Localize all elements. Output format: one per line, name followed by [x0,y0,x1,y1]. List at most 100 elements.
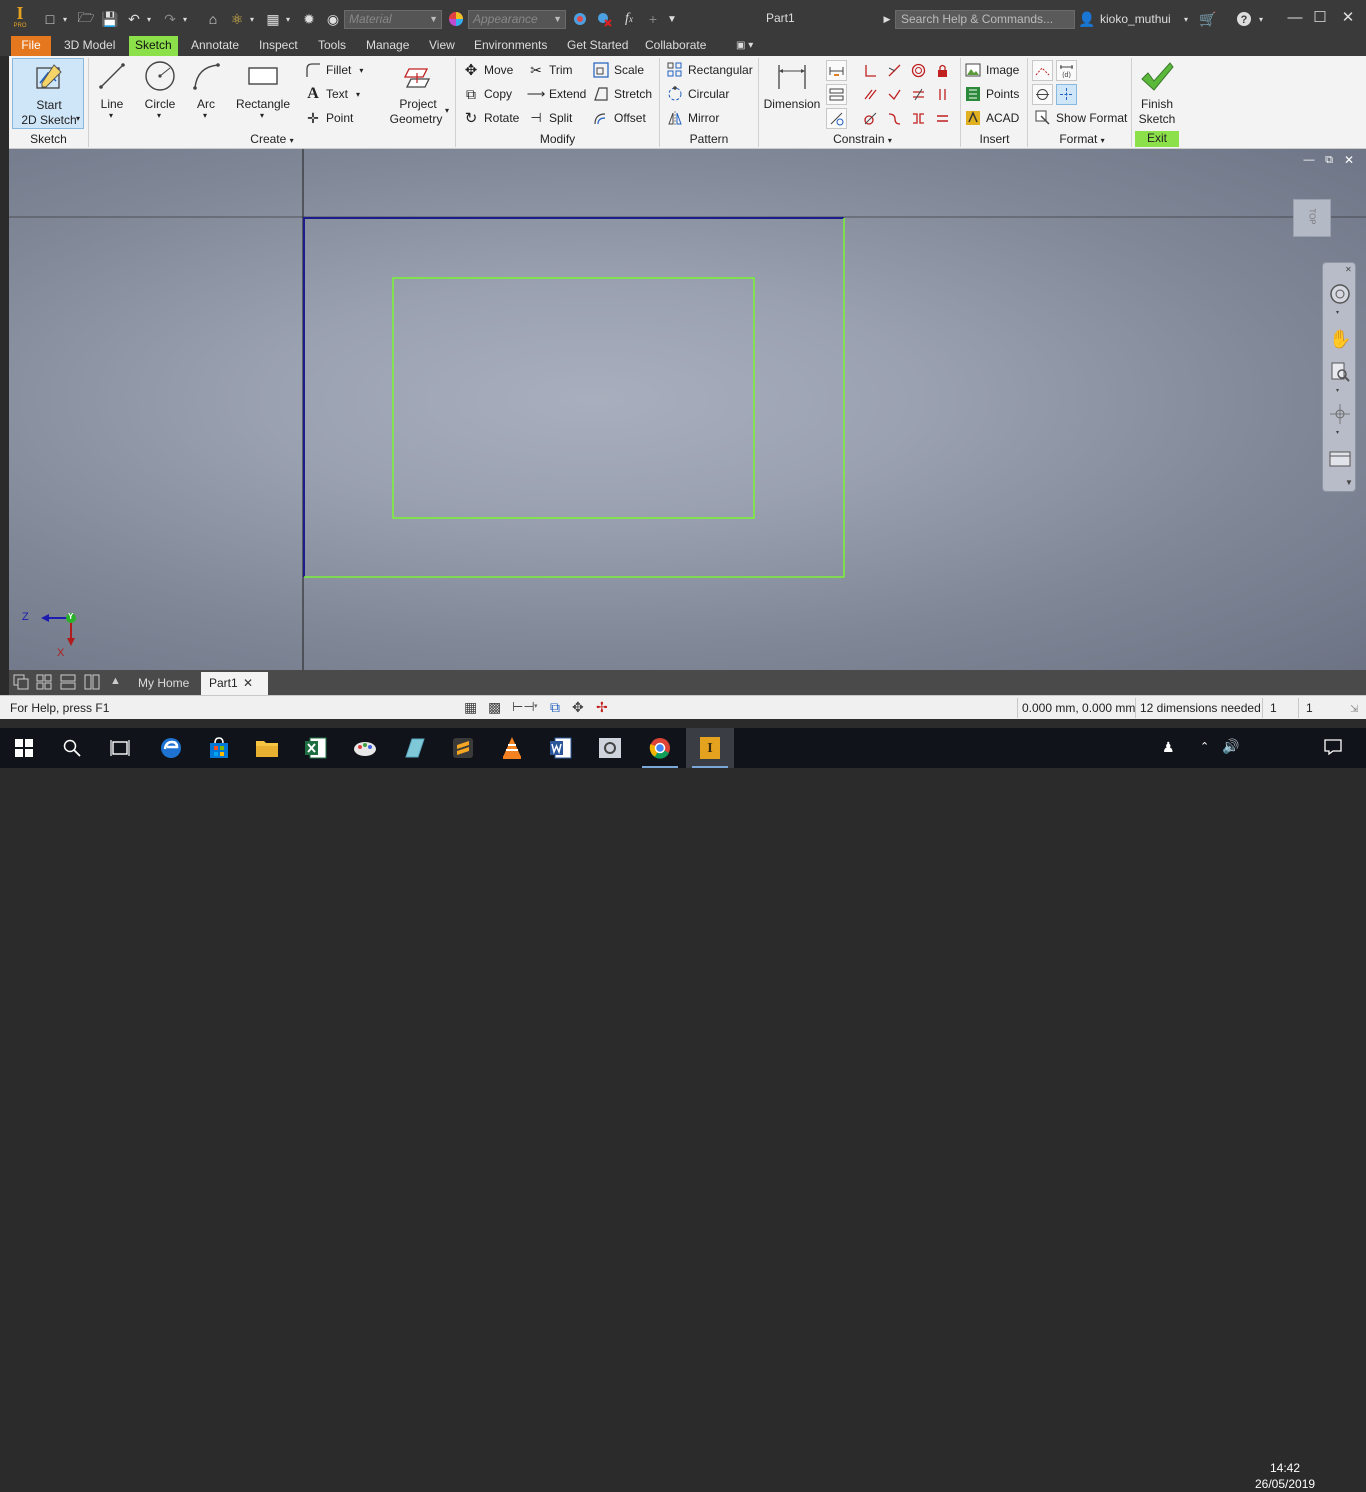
finish-sketch-button[interactable]: Finish Sketch [1135,58,1179,126]
appearance-ball-icon[interactable] [446,9,466,29]
start-2d-sketch-button[interactable]: Start 2D Sketch ▾ [12,58,84,129]
user-icon[interactable]: 👤 [1078,9,1096,29]
rotate-button[interactable]: ↻ Rotate [463,108,520,128]
smooth-constraint-icon[interactable] [884,108,905,129]
driven-dimension-icon[interactable]: (d) [1056,60,1077,81]
gesture-icon[interactable]: ✢ [596,699,608,716]
tab-my-home[interactable]: My Home [130,672,197,695]
coincident-constraint-icon[interactable] [860,60,881,81]
help-icon[interactable]: ? [1234,9,1254,29]
home-icon[interactable]: ⌂ [203,9,223,29]
perpendicular-constraint-icon[interactable] [884,84,905,105]
split-button[interactable]: ⊣ Split [528,108,572,128]
tile-windows-icon[interactable] [36,674,52,690]
image-button[interactable]: Image [965,60,1019,80]
start-windows-icon[interactable] [0,728,48,768]
horizontal-constraint-icon[interactable] [908,84,929,105]
tab-3d-model[interactable]: 3D Model [58,36,121,56]
auto-dimension-icon[interactable] [826,60,847,81]
chevron-down-icon[interactable]: ▾ [1180,9,1192,29]
view-close-icon[interactable]: ✕ [1342,153,1356,167]
look-at-icon[interactable] [1328,447,1352,469]
expand-arrow-icon[interactable]: ▶ [880,9,894,29]
new-icon[interactable]: □ [40,9,60,29]
viewcube[interactable]: TOP [1293,199,1331,237]
ribbon-display-toggle-icon[interactable]: ▣ ▾ [736,40,762,52]
edge-browser-icon[interactable] [147,728,195,768]
mirror-button[interactable]: Mirror [667,108,719,128]
clear-appearance-icon[interactable] [594,9,614,29]
collinear-constraint-icon[interactable] [884,60,905,81]
relax-mode-icon[interactable] [826,108,847,129]
move-button[interactable]: ✥ Move [463,60,514,80]
tab-tools[interactable]: Tools [312,36,352,56]
chevron-down-icon[interactable]: ▾ [1336,429,1339,436]
appearance-select[interactable]: Appearance ▼ [468,10,566,29]
point-button[interactable]: ✛ Point [305,108,353,128]
snap-icon[interactable]: ✥ [572,699,584,716]
relax-icon[interactable]: ⧉ [550,699,560,716]
orbit-icon[interactable] [1329,403,1351,425]
acad-button[interactable]: ACAD [965,108,1019,128]
notifications-icon[interactable] [1324,738,1342,756]
plus-icon[interactable]: + [643,9,663,29]
tab-sketch[interactable]: Sketch [129,36,178,56]
material-select[interactable]: Material ▼ [344,10,442,29]
chevron-down-icon[interactable]: ▾ [144,9,154,29]
view-restore-icon[interactable]: ⧉ [1322,154,1336,168]
chevron-down-icon[interactable]: ▾ [180,9,190,29]
zoom-icon[interactable] [1329,361,1351,383]
sublime-text-icon[interactable] [439,728,487,768]
tangent-constraint-icon[interactable] [860,108,881,129]
vlc-icon[interactable] [488,728,536,768]
tile-vertical-icon[interactable] [84,674,100,690]
line-button[interactable]: Line ▾ [93,58,131,122]
chevron-down-icon[interactable]: ▾ [1256,9,1266,29]
adjust-appearance-icon[interactable] [570,9,590,29]
system-clock[interactable]: 14:42 26/05/2019 [1255,1460,1315,1492]
task-view-icon[interactable] [96,728,144,768]
customize-icon[interactable]: ▼ [1345,478,1353,487]
word-icon[interactable] [537,728,585,768]
chevron-down-icon[interactable]: ▾ [534,702,538,710]
panel-title-format[interactable]: Format ▾ [1028,132,1136,146]
tab-environments[interactable]: Environments [468,36,553,56]
select-icon[interactable]: ▦ [263,9,283,29]
close-window-icon[interactable]: ✕ [1338,8,1358,28]
pan-hand-icon[interactable]: ✋ [1329,329,1351,351]
graphics-window[interactable]: — ⧉ ✕ TOP ✕ ▾ ✋ ▾ ▾ ▼ Z Y X [9,149,1366,670]
search-input[interactable]: Search Help & Commands... [895,10,1075,29]
offset-button[interactable]: Offset [593,108,646,128]
chevron-down-icon[interactable]: ▾ [1336,309,1339,316]
fx-parameters-icon[interactable]: fx [619,9,639,29]
update-icon[interactable]: ⚛ [227,9,247,29]
chrome-icon[interactable] [636,728,684,768]
panel-title-constrain[interactable]: Constrain ▾ [759,132,966,146]
minimize-window-icon[interactable]: — [1285,8,1305,28]
chevron-down-icon[interactable]: ▾ [283,9,293,29]
steering-wheel-icon[interactable] [1329,283,1351,305]
concentric-constraint-icon[interactable] [908,60,929,81]
excel-icon[interactable] [292,728,340,768]
volume-icon[interactable]: 🔊 [1222,738,1239,755]
tab-part1[interactable]: Part1 [201,672,268,695]
save-icon[interactable]: 💾 [100,9,120,29]
file-explorer-icon[interactable] [243,728,291,768]
circle-button[interactable]: Circle ▾ [140,58,180,122]
close-tab-icon[interactable]: ✕ [243,676,253,690]
cart-icon[interactable]: 🛒 [1198,9,1218,29]
show-format-button[interactable]: Show Format [1035,108,1127,128]
show-dof-icon[interactable]: ▩ [488,699,501,716]
rectangular-pattern-button[interactable]: Rectangular [667,60,753,80]
text-button[interactable]: A Text ▾ [305,84,360,104]
paint-app-icon[interactable] [341,728,389,768]
view-minimize-icon[interactable]: — [1302,154,1316,168]
vertical-constraint-icon[interactable] [932,84,953,105]
resize-grip-icon[interactable]: ⇲ [1350,704,1358,715]
dimension-display-icon[interactable]: ⊢⊣ [512,699,535,715]
search-icon[interactable] [48,728,96,768]
extend-button[interactable]: ⟶ Extend [527,84,587,104]
undo-icon[interactable]: ↶ [124,9,144,29]
construction-icon[interactable] [1032,60,1053,81]
equal-constraint-icon[interactable] [932,108,953,129]
